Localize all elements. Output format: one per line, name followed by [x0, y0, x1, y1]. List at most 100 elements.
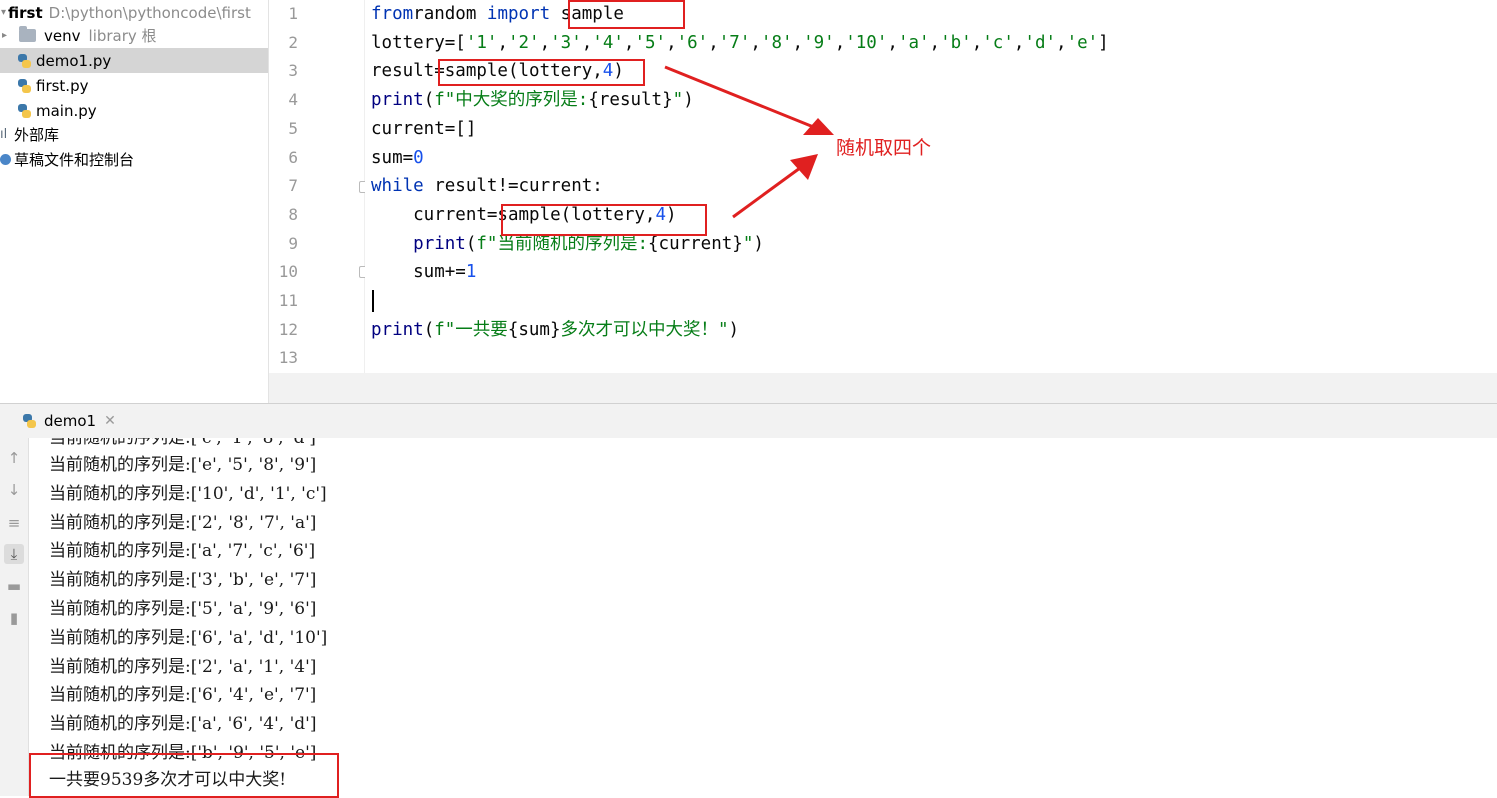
editor-gutter: 1 2 3 4 5 6 7 8 9 10 11 12 13: [269, 0, 370, 373]
tree-item-external-libs[interactable]: ıl 外部库: [0, 122, 268, 147]
code-token: '10': [845, 32, 888, 53]
console-output[interactable]: 当前随机的序列是:['c', '1', '8', 'd'] 当前随机的序列是:[…: [29, 438, 1497, 796]
code-token: {sum}: [507, 319, 561, 340]
code-token: (: [423, 319, 435, 340]
code-token: random: [413, 4, 487, 24]
library-icon: ıl: [0, 127, 8, 142]
output-line: 当前随机的序列是:['2', 'a', '1', '4']: [49, 656, 317, 677]
code-line: lottery=['1','2','3','4','5','6','7','8'…: [371, 29, 1109, 57]
trash-icon[interactable]: ▮: [4, 608, 24, 628]
code-token: ,: [792, 32, 804, 53]
code-line: sum+=1: [371, 258, 476, 286]
tree-item-venv[interactable]: ▸ venv library 根: [0, 23, 268, 48]
code-token: ,: [708, 32, 719, 53]
code-token: ): [728, 319, 740, 340]
code-token: 多次才可以中大奖！": [560, 319, 729, 340]
venv-hint: library 根: [88, 27, 157, 45]
code-token: 'e': [1066, 32, 1099, 53]
output-line: 当前随机的序列是:['10', 'd', '1', 'c']: [49, 483, 327, 504]
tree-item-demo1[interactable]: demo1.py: [0, 48, 268, 73]
code-token: ,: [497, 32, 508, 53]
code-token: print: [371, 90, 424, 111]
collapse-icon[interactable]: ▸: [2, 30, 7, 41]
code-token: (: [465, 233, 477, 254]
code-token: {current}: [648, 233, 743, 254]
code-token: '4': [592, 32, 624, 53]
soft-wrap-icon[interactable]: ≡: [4, 513, 24, 533]
python-file-icon: [17, 103, 31, 119]
line-number: 8: [288, 204, 298, 224]
code-token: f"一共要: [434, 319, 508, 340]
line-number: 3: [288, 61, 298, 81]
code-token: ,: [623, 32, 635, 53]
code-token: ,: [750, 32, 761, 53]
output-line: 当前随机的序列是:['c', '1', '8', 'd']: [49, 438, 316, 448]
run-tab[interactable]: demo1 ✕: [22, 404, 116, 438]
code-editor[interactable]: fromrandom import sample lottery=['1','2'…: [365, 0, 1497, 373]
code-token: import: [486, 4, 551, 24]
code-token: lottery=[: [371, 32, 466, 53]
code-token: 'b': [940, 32, 972, 53]
venv-label: venv: [44, 26, 81, 45]
code-token: '9': [803, 32, 835, 53]
code-token: result!=current:: [423, 176, 603, 197]
close-icon[interactable]: ✕: [104, 413, 116, 429]
code-line: print(f"一共要{sum}多次才可以中大奖！"): [371, 316, 739, 344]
code-line: sum=0: [371, 144, 424, 172]
line-number: 4: [288, 90, 298, 110]
python-file-icon: [17, 53, 31, 69]
line-number: 13: [278, 348, 298, 368]
tree-item-main[interactable]: main.py: [0, 98, 268, 123]
line-number: 1: [288, 4, 298, 23]
root-path: D:\python\pythoncode\first: [48, 3, 251, 22]
annotation-box-sample-current: [501, 204, 707, 236]
line-number: 10: [278, 262, 298, 282]
line-number: 9: [288, 233, 298, 253]
project-panel: ▾ first D:\python\pythoncode\first ▸ ven…: [0, 0, 269, 403]
code-token: ): [753, 233, 764, 254]
code-token: ,: [887, 32, 898, 53]
annotation-label: 随机取四个: [836, 137, 932, 159]
tree-item-first[interactable]: first.py: [0, 73, 268, 98]
code-line: print(f"中大奖的序列是:{result}"): [371, 86, 694, 114]
code-token: ,: [666, 32, 677, 53]
arrow-up-icon[interactable]: ↑: [4, 448, 24, 468]
output-line: 当前随机的序列是:['3', 'b', 'e', '7']: [49, 570, 317, 591]
code-token: ): [683, 90, 694, 111]
code-token: {result}: [588, 90, 673, 111]
code-token: ,: [834, 32, 846, 53]
code-token: while: [371, 176, 424, 197]
run-header: demo1 ✕: [0, 403, 1497, 439]
line-number: 6: [288, 147, 298, 167]
output-line: 当前随机的序列是:['6', '4', 'e', '7']: [49, 685, 317, 706]
scroll-to-end-icon[interactable]: ⤓: [4, 544, 24, 564]
code-token: 1: [465, 262, 477, 283]
file-label: main.py: [36, 101, 97, 120]
code-token: 'c': [982, 32, 1014, 53]
folder-icon: [19, 26, 37, 42]
code-token: ": [672, 90, 684, 111]
code-token: (: [423, 90, 435, 111]
arrow-down-icon[interactable]: ↓: [4, 480, 24, 500]
code-token: '7': [718, 32, 751, 53]
code-token: sum+=: [371, 262, 466, 283]
print-icon[interactable]: ▬: [4, 576, 24, 596]
scratches-label: 草稿文件和控制台: [14, 151, 135, 169]
expand-icon[interactable]: ▾: [1, 7, 6, 18]
code-token: '2': [507, 32, 540, 53]
code-token: ,: [1056, 32, 1067, 53]
code-token: '3': [550, 32, 582, 53]
code-token: ,: [971, 32, 983, 53]
line-number: 5: [288, 118, 298, 138]
line-number: 12: [278, 319, 298, 339]
code-token: sum=: [371, 147, 414, 168]
file-label: first.py: [36, 76, 89, 95]
code-token: print: [371, 319, 424, 340]
line-number: 7: [288, 176, 298, 196]
tree-item-scratches[interactable]: 草稿文件和控制台: [0, 147, 268, 172]
python-file-icon: [17, 78, 31, 94]
tree-root[interactable]: ▾ first D:\python\pythoncode\first: [0, 0, 268, 25]
code-token: from: [371, 4, 414, 24]
code-token: ": [742, 233, 754, 254]
